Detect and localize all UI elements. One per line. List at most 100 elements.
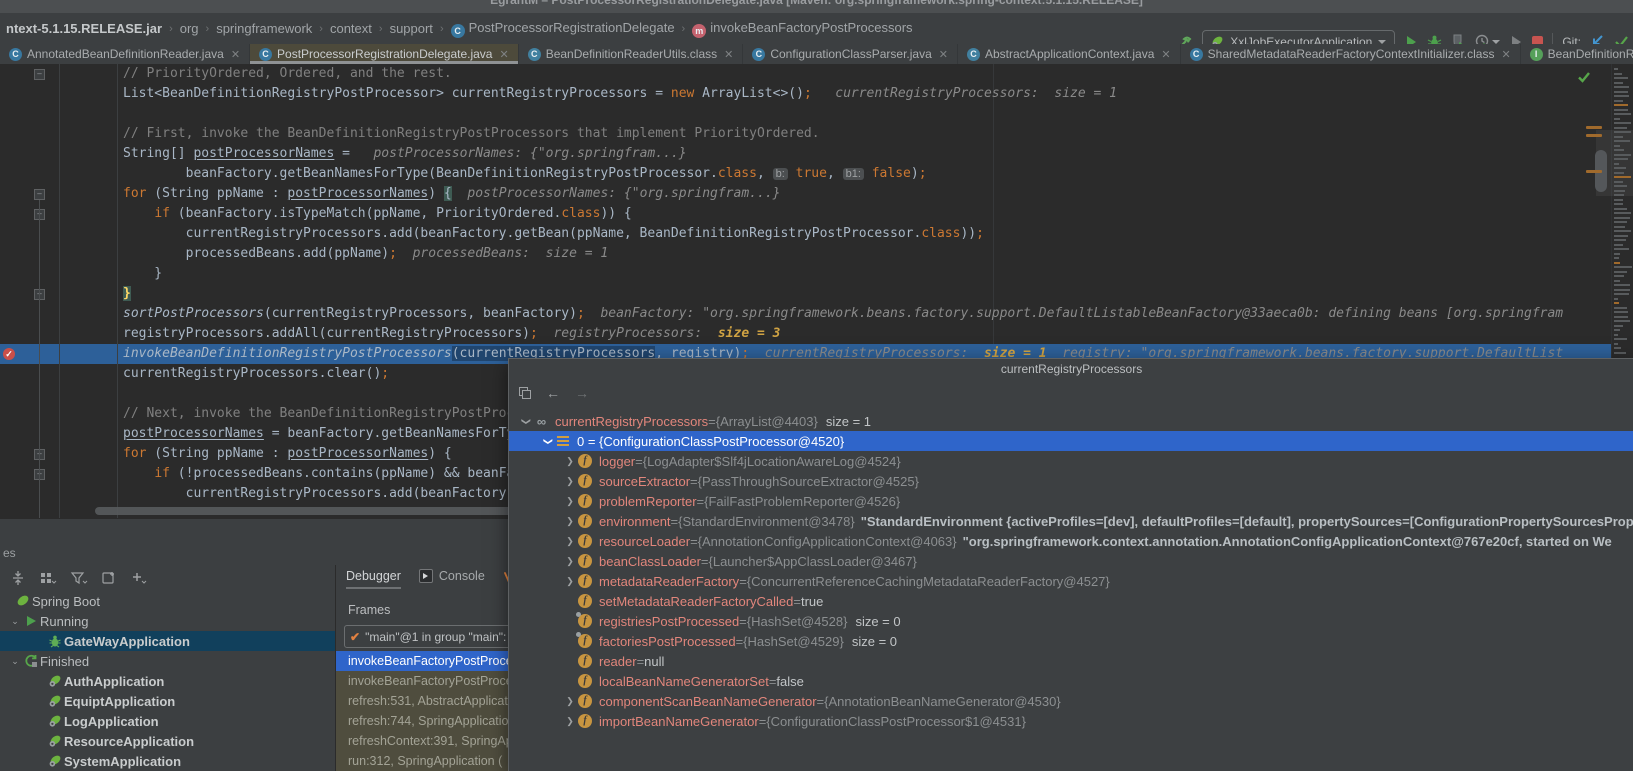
editor-tab[interactable]: CAnnotatedBeanDefinitionReader.java✕ [0,44,250,64]
editor-tab[interactable]: CBeanDefinitionReaderUtils.class✕ [519,44,744,64]
editor-tab[interactable]: CAbstractApplicationContext.java✕ [958,44,1181,64]
tab-console[interactable]: Console [419,569,485,587]
service-row-logapplication[interactable]: LogApplication [0,711,335,731]
variable-row-problemReporter[interactable]: ❯fproblemReporter = {FailFastProblemRepo… [509,491,1633,511]
variable-row-componentScanBeanNameGenerator[interactable]: ❯fcomponentScanBeanNameGenerator = {Anno… [509,691,1633,711]
variable-row-sourceExtractor[interactable]: ❯fsourceExtractor = {PassThroughSourceEx… [509,471,1633,491]
variable-row-resourceLoader[interactable]: ❯fresourceLoader = {AnnotationConfigAppl… [509,531,1633,551]
code-line[interactable]: } [0,264,1633,284]
chevron-collapsed-icon[interactable]: ❯ [563,456,577,467]
service-row-equiptapplication[interactable]: EquiptApplication [0,691,335,711]
code-line[interactable]: String[] postProcessorNames = postProces… [0,144,1633,164]
code-line[interactable]: processedBeans.add(ppName); processedBea… [0,244,1633,264]
code-line[interactable]: } [0,284,1633,304]
layered-squares-icon[interactable] [519,387,531,399]
breadcrumb-item[interactable]: minvokeBeanFactoryPostProcessors [692,20,912,38]
collapse-all-icon[interactable] [10,570,26,586]
code-line[interactable]: beanFactory.getBeanNamesForType(BeanDefi… [0,164,1633,184]
code-line[interactable]: registryProcessors.addAll(currentRegistr… [0,324,1633,344]
frame-row[interactable]: run:312, SpringApplication ( [336,751,508,771]
code-line[interactable]: // First, invoke the BeanDefinitionRegis… [0,124,1633,144]
fold-marker-icon[interactable] [34,69,45,80]
chevron-collapsed-icon[interactable]: ❯ [563,496,577,507]
editor-tab[interactable]: CConfigurationClassParser.java✕ [743,44,958,64]
thread-selector[interactable]: ✔ "main"@1 in group "main": [344,625,518,648]
group-by-icon[interactable] [39,570,57,586]
filter-icon[interactable] [70,570,88,586]
code-line[interactable]: if (beanFactory.isTypeMatch(ppName, Prio… [0,204,1633,224]
variable-row-environment[interactable]: ❯fenvironment = {StandardEnvironment@347… [509,511,1633,531]
close-icon[interactable]: ✕ [1161,48,1170,61]
variable-row-localBeanNameGeneratorSet[interactable]: flocalBeanNameGeneratorSet = false [509,671,1633,691]
variable-row-0[interactable]: ❯0 = {ConfigurationClassPostProcessor@45… [509,431,1633,451]
frame-row[interactable]: invokeBeanFactoryPostProce [336,651,508,671]
chevron-collapsed-icon[interactable]: ❯ [563,556,577,567]
code-minimap[interactable] [1611,64,1633,358]
frame-row[interactable]: refresh:531, AbstractApplicat [336,691,508,711]
close-icon[interactable]: ✕ [499,48,508,61]
variable-row-importBeanNameGenerator[interactable]: ❯fimportBeanNameGenerator = {Configurati… [509,711,1633,731]
close-icon[interactable]: ✕ [724,48,733,61]
add-frame-icon[interactable] [101,570,117,586]
variable-row-currentRegistryProcessors[interactable]: ❯∞currentRegistryProcessors = {ArrayList… [509,411,1633,431]
add-service-icon[interactable] [130,570,148,586]
chevron-collapsed-icon[interactable]: ❯ [563,536,577,547]
variable-row-factoriesPostProcessed[interactable]: ffactoriesPostProcessed = {HashSet@4529}… [509,631,1633,651]
chevron-collapsed-icon[interactable]: ❯ [563,696,577,707]
code-line[interactable]: sortPostProcessors(currentRegistryProces… [0,304,1633,324]
service-row-resourceapplication[interactable]: ResourceApplication [0,731,335,751]
chevron-collapsed-icon[interactable]: ❯ [563,476,577,487]
breadcrumb-item[interactable]: context [330,21,372,36]
code-line[interactable] [0,104,1633,124]
fold-marker-icon[interactable] [34,189,45,200]
editor-tab[interactable]: IBeanDefinitionRegistryPos [1521,44,1633,64]
code-line[interactable]: // PriorityOrdered, Ordered, and the res… [0,64,1633,84]
chevron-collapsed-icon[interactable]: ❯ [563,716,577,727]
close-icon[interactable]: ✕ [1501,48,1510,61]
close-icon[interactable]: ✕ [939,48,948,61]
breadcrumb-item[interactable]: CPostProcessorRegistrationDelegate [451,20,675,38]
editor-tab[interactable]: CSharedMetadataReaderFactoryContextIniti… [1181,44,1521,64]
service-row-gatewayapplication[interactable]: GateWayApplication [0,631,335,651]
frame-row[interactable]: refresh:744, SpringApplicatio [336,711,508,731]
back-arrow-icon[interactable]: ← [546,385,560,401]
code-line[interactable]: List<BeanDefinitionRegistryPostProcessor… [0,84,1633,104]
variable-name: environment [599,514,671,529]
close-icon[interactable]: ✕ [231,48,240,61]
variable-row-registriesPostProcessed[interactable]: fregistriesPostProcessed = {HashSet@4528… [509,611,1633,631]
tab-debugger[interactable]: Debugger [346,569,401,587]
service-row-systemapplication[interactable]: SystemApplication [0,751,335,771]
breakpoint-icon[interactable] [3,348,15,360]
inspections-ok-icon[interactable] [1577,70,1591,89]
variable-row-setMetadataReaderFactoryCalled[interactable]: fsetMetadataReaderFactoryCalled = true [509,591,1633,611]
code-line[interactable]: for (String ppName : postProcessorNames)… [0,184,1633,204]
breadcrumb-item[interactable]: support [390,21,433,36]
service-label: EquiptApplication [64,694,175,709]
variable-row-reader[interactable]: freader = null [509,651,1633,671]
spring-boot-app-icon [46,734,64,748]
chevron-collapsed-icon[interactable]: ❯ [563,516,577,527]
chevron-collapsed-icon[interactable]: ❯ [563,576,577,587]
code-token: class [718,166,757,181]
chevron-expanded-icon[interactable]: ❯ [521,414,532,428]
equals: = [739,614,747,629]
service-row-authapplication[interactable]: AuthApplication [0,671,335,691]
chevron-expanded-icon[interactable]: ❯ [543,434,554,448]
variable-row-metadataReaderFactory[interactable]: ❯fmetadataReaderFactory = {ConcurrentRef… [509,571,1633,591]
chevron-down-icon[interactable]: ⌄ [8,616,22,627]
frame-row[interactable]: refreshContext:391, SpringAp [336,731,508,751]
breadcrumb-item[interactable]: org [180,21,199,36]
editor-tab[interactable]: CPostProcessorRegistrationDelegate.java✕ [250,44,519,64]
breadcrumb-separator: › [379,23,383,35]
breadcrumb-item[interactable]: springframework [216,21,312,36]
variable-row-logger[interactable]: ❯flogger = {LogAdapter$Slf4jLocationAwar… [509,451,1633,471]
variable-row-beanClassLoader[interactable]: ❯fbeanClassLoader = {Launcher$AppClassLo… [509,551,1633,571]
frame-row[interactable]: invokeBeanFactoryPostProce [336,671,508,691]
code-line[interactable]: currentRegistryProcessors.add(beanFactor… [0,224,1633,244]
service-row-finished[interactable]: ⌄Finished [0,651,335,671]
service-row-spring boot[interactable]: Spring Boot [0,591,335,611]
forward-arrow-icon[interactable]: → [575,385,589,401]
service-row-running[interactable]: ⌄Running [0,611,335,631]
chevron-down-icon[interactable]: ⌄ [8,656,22,667]
breadcrumb-item[interactable]: ntext-5.1.15.RELEASE.jar [6,21,162,36]
